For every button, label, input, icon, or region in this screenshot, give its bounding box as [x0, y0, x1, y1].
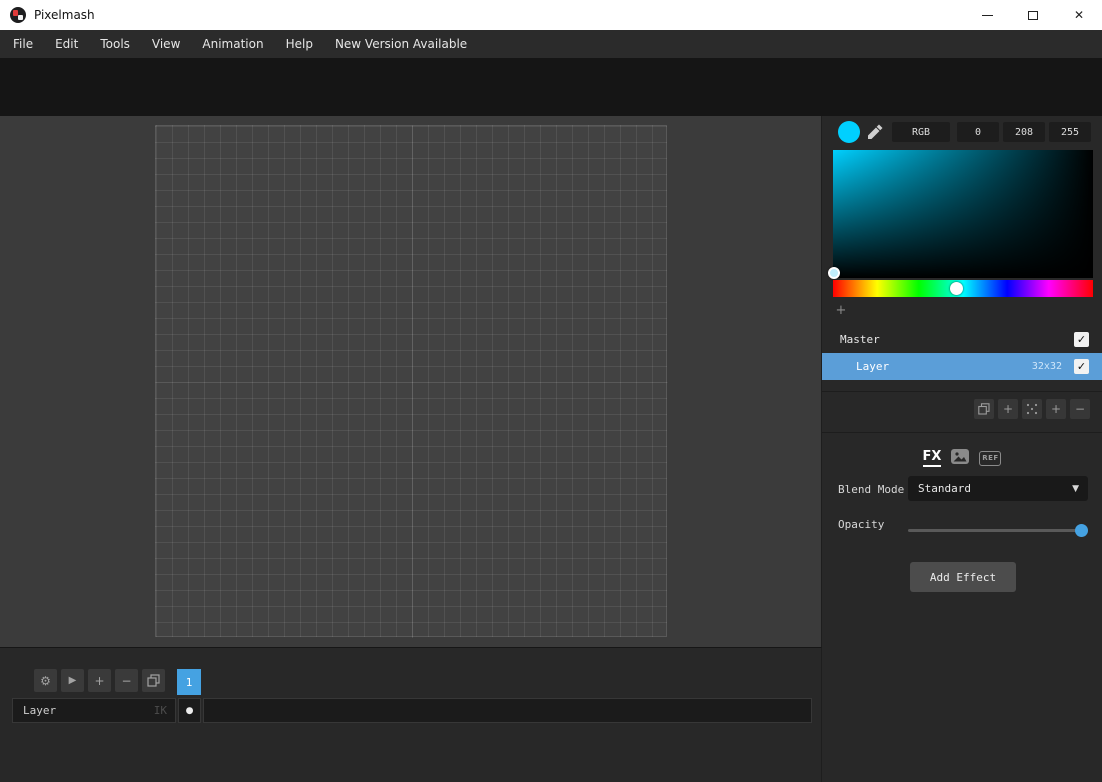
- gear-icon: ⚙: [40, 674, 51, 688]
- opacity-slider-knob[interactable]: [1075, 524, 1088, 537]
- minimize-button[interactable]: [964, 0, 1010, 30]
- toolbar: 32 x 32: [0, 58, 1102, 116]
- divider: [822, 391, 1102, 392]
- timeline-layer-name: Layer: [23, 704, 56, 717]
- eyedropper-icon: [865, 122, 885, 142]
- check-icon: ✓: [1077, 333, 1086, 346]
- layer-visibility-checkbox[interactable]: ✓: [1074, 359, 1089, 374]
- menu-view[interactable]: View: [141, 30, 191, 58]
- minimize-icon: [982, 15, 993, 16]
- menu-animation[interactable]: Animation: [191, 30, 274, 58]
- minus-icon: −: [1075, 402, 1085, 416]
- master-layer-row[interactable]: Master ✓: [822, 326, 1102, 353]
- sv-picker-handle[interactable]: [828, 267, 840, 279]
- plus-icon: +: [1051, 402, 1061, 416]
- opacity-label: Opacity: [838, 518, 884, 531]
- layer-size-label: 32x32: [1032, 361, 1062, 372]
- hue-slider-handle[interactable]: [950, 282, 963, 295]
- timeline-layer-tag: IK: [154, 704, 167, 717]
- menu-help[interactable]: Help: [275, 30, 324, 58]
- maximize-icon: [1028, 11, 1038, 20]
- menubar: File Edit Tools View Animation Help New …: [0, 30, 1102, 58]
- layer-transform-button[interactable]: [1022, 399, 1042, 419]
- app-window: Pixelmash ✕ File Edit Tools View Animati…: [0, 0, 1102, 782]
- opacity-slider-track[interactable]: [908, 529, 1088, 532]
- close-icon: ✕: [1074, 8, 1084, 22]
- check-icon: ✓: [1077, 360, 1086, 373]
- blue-value-field[interactable]: 255: [1049, 122, 1091, 142]
- animation-panel: ⚙ ▶ + − 1 Layer IK ●: [0, 647, 822, 782]
- current-color-swatch[interactable]: [838, 121, 860, 143]
- eyedropper-button[interactable]: [865, 122, 885, 142]
- transform-dots-icon: [1026, 403, 1038, 415]
- add-effect-button[interactable]: Add Effect: [910, 562, 1016, 592]
- opacity-slider[interactable]: [908, 521, 1088, 539]
- duplicate-icon: [978, 403, 990, 415]
- close-button[interactable]: ✕: [1056, 0, 1102, 30]
- timeline-track[interactable]: [203, 698, 812, 723]
- red-value-field[interactable]: 0: [957, 122, 999, 142]
- grid-center-line-horizontal: [156, 382, 668, 383]
- remove-frame-button[interactable]: −: [115, 669, 138, 692]
- blend-mode-dropdown[interactable]: Standard ▼: [908, 476, 1088, 501]
- add-swatch-button[interactable]: +: [833, 302, 849, 318]
- timeline-keyframe-cell[interactable]: ●: [178, 698, 201, 723]
- menu-file[interactable]: File: [2, 30, 44, 58]
- window-title: Pixelmash: [34, 8, 95, 22]
- frame-tab-1[interactable]: 1: [177, 669, 201, 695]
- pixel-canvas[interactable]: [155, 125, 667, 637]
- layer-actions-row: + + −: [974, 399, 1090, 419]
- chevron-down-icon: ▼: [1072, 484, 1079, 494]
- tab-ref[interactable]: REF: [979, 451, 1001, 466]
- add-frame-button[interactable]: +: [88, 669, 111, 692]
- minus-icon: −: [121, 674, 131, 688]
- tab-image[interactable]: [950, 448, 970, 469]
- menu-new-version[interactable]: New Version Available: [324, 30, 478, 58]
- right-panel: RGB 0 208 255 + Master ✓ Layer 32x32 ✓: [822, 116, 1102, 782]
- duplicate-icon: [147, 674, 160, 687]
- blend-mode-label: Blend Mode: [838, 483, 904, 496]
- timeline-layer-row[interactable]: Layer IK: [12, 698, 176, 723]
- green-value-field[interactable]: 208: [1003, 122, 1045, 142]
- keyframe-dot-icon: ●: [186, 706, 194, 716]
- menu-edit[interactable]: Edit: [44, 30, 89, 58]
- menu-tools[interactable]: Tools: [89, 30, 141, 58]
- play-button[interactable]: ▶: [61, 669, 84, 692]
- plus-icon: +: [94, 674, 104, 688]
- add-layer-button[interactable]: +: [998, 399, 1018, 419]
- maximize-button[interactable]: [1010, 0, 1056, 30]
- delete-layer-button[interactable]: −: [1070, 399, 1090, 419]
- animation-settings-button[interactable]: ⚙: [34, 669, 57, 692]
- plus-icon: +: [1003, 402, 1013, 416]
- saturation-value-picker[interactable]: [833, 150, 1093, 278]
- play-icon: ▶: [69, 675, 77, 686]
- titlebar: Pixelmash ✕: [0, 0, 1102, 30]
- divider: [822, 432, 1102, 433]
- app-logo-icon: [10, 7, 26, 23]
- blend-mode-value: Standard: [918, 482, 971, 495]
- add-group-button[interactable]: +: [1046, 399, 1066, 419]
- tab-fx[interactable]: FX: [923, 449, 942, 467]
- master-visibility-checkbox[interactable]: ✓: [1074, 332, 1089, 347]
- image-icon: [950, 448, 970, 465]
- layer-name: Layer: [856, 360, 889, 373]
- duplicate-layer-button[interactable]: [974, 399, 994, 419]
- master-layer-name: Master: [840, 333, 880, 346]
- layer-detail-tabs: FX REF: [822, 446, 1102, 470]
- duplicate-frame-button[interactable]: [142, 669, 165, 692]
- color-mode-button[interactable]: RGB: [892, 122, 950, 142]
- layer-row-selected[interactable]: Layer 32x32 ✓: [822, 353, 1102, 380]
- hue-slider[interactable]: [833, 280, 1093, 297]
- window-controls: ✕: [964, 0, 1102, 30]
- canvas-area: [0, 116, 822, 647]
